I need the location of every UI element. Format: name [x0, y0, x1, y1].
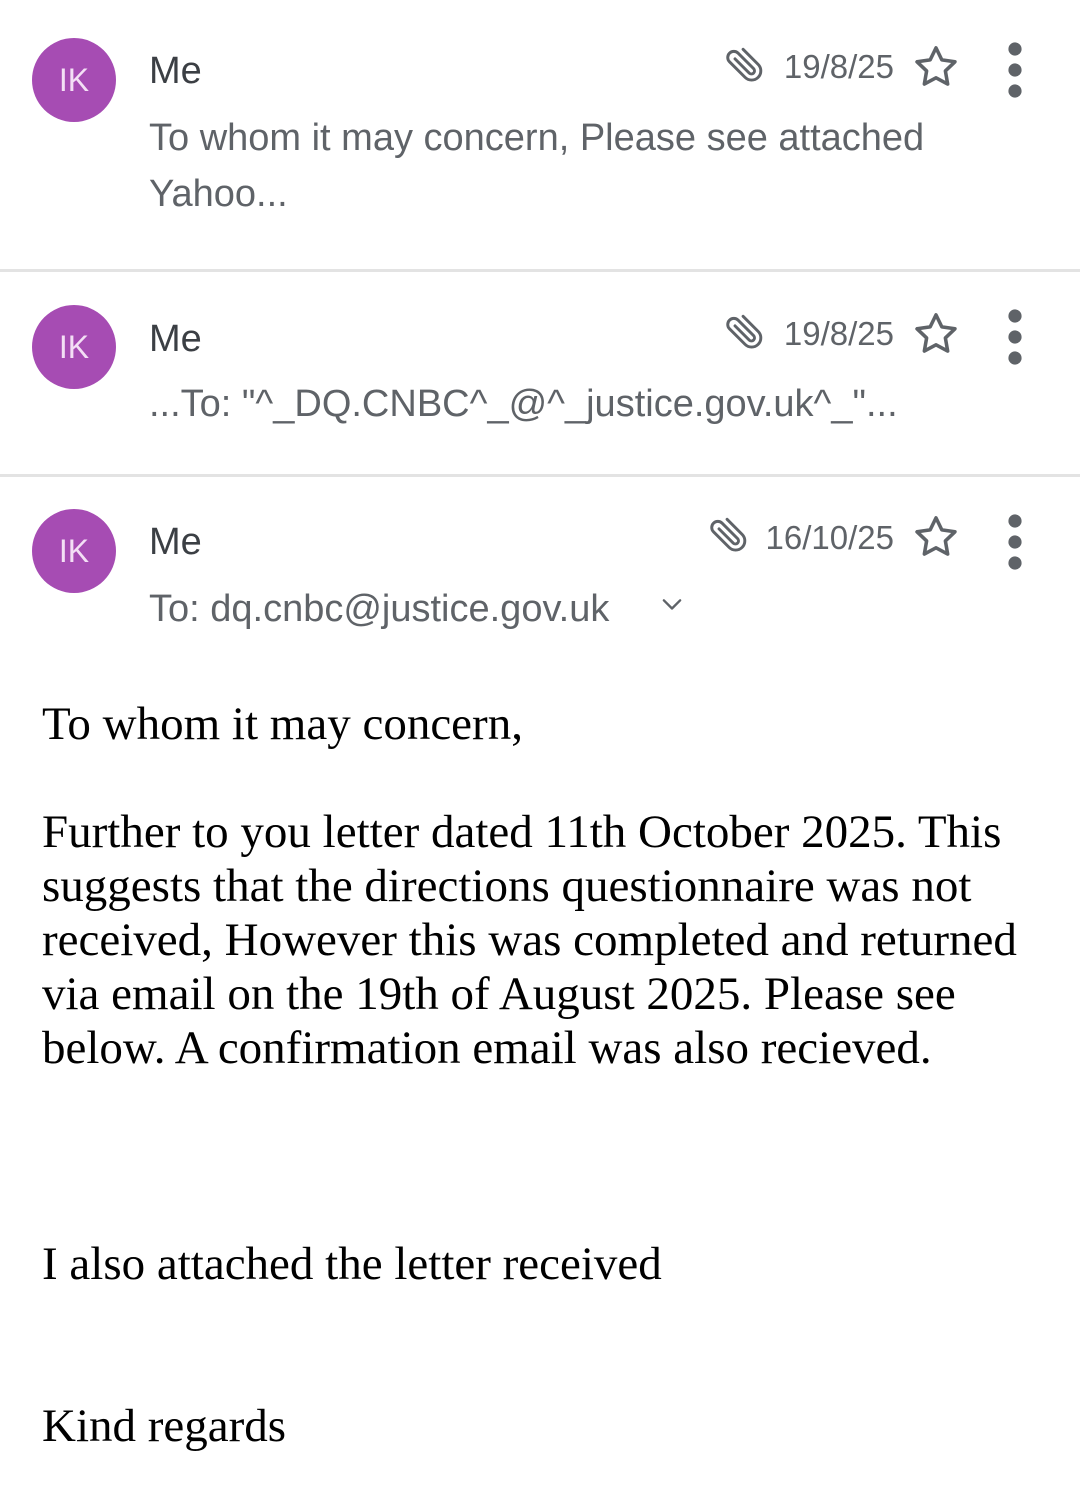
message-expanded: IK Me 16/10/25 To: dq.cnbc@justice.gov.u… — [0, 477, 1080, 1505]
paperclip-icon — [726, 47, 763, 82]
sender-name: Me — [149, 318, 202, 360]
paperclip-icon — [726, 314, 763, 349]
chevron-down-icon[interactable] — [658, 591, 686, 619]
recipients-line[interactable]: To: dq.cnbc@justice.gov.uk — [149, 581, 609, 637]
star-outline-icon[interactable] — [911, 42, 961, 92]
message-item-1[interactable]: IK Me 19/8/25 To whom it may concern, Pl… — [0, 0, 1080, 270]
avatar[interactable]: IK — [32, 509, 116, 593]
sender-name[interactable]: Me — [149, 521, 202, 564]
email-attachment-note: I also attached the letter received — [42, 1238, 662, 1290]
star-outline-icon[interactable] — [911, 512, 961, 562]
message-date: 19/8/25 — [783, 48, 894, 85]
message-date: 16/10/25 — [765, 519, 894, 556]
more-vertical-icon[interactable] — [1000, 512, 1030, 572]
message-snippet: ...To: "^_DQ.CNBC^_@^_justice.gov.uk^_".… — [149, 383, 898, 425]
more-vertical-icon[interactable] — [1000, 40, 1030, 100]
email-signoff: Kind regards — [42, 1400, 287, 1452]
sender-name: Me — [149, 50, 202, 92]
message-date: 19/8/25 — [783, 315, 894, 352]
more-vertical-icon[interactable] — [1000, 307, 1030, 367]
message-item-2[interactable]: IK Me 19/8/25 ...To: "^_DQ.CNBC^_@^_just… — [0, 272, 1080, 474]
avatar[interactable]: IK — [32, 305, 116, 389]
email-greeting: To whom it may concern, — [42, 698, 523, 750]
star-outline-icon[interactable] — [911, 309, 961, 359]
message-snippet: To whom it may concern, Please see attac… — [149, 117, 925, 215]
email-paragraph: Further to you letter dated 11th October… — [42, 806, 1017, 1074]
paperclip-icon — [710, 517, 747, 552]
avatar[interactable]: IK — [32, 38, 116, 122]
